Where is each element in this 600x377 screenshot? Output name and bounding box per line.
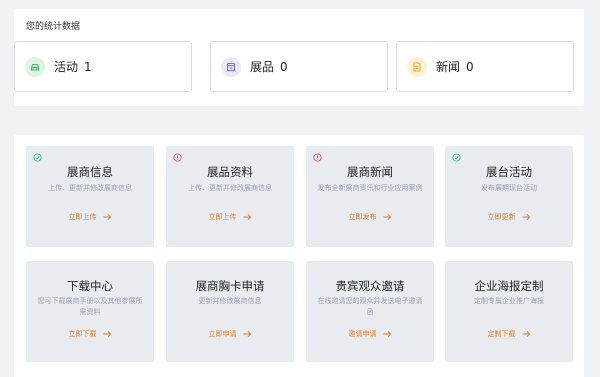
arrow-right-icon <box>521 213 530 221</box>
exhibit-icon <box>221 56 241 77</box>
check-circle-icon <box>33 153 42 162</box>
service-card-badge-application[interactable]: 展商胸卡申请 更新并修改展商信息 立即申请 <box>166 261 294 362</box>
service-title: 下载中心 <box>67 279 113 293</box>
check-circle-icon <box>452 153 461 162</box>
stat-card-exhibits[interactable]: 展品 0 <box>210 41 388 92</box>
action-label: 立即更新 <box>487 213 516 221</box>
service-title: 展品资料 <box>207 165 253 179</box>
arrow-right-icon <box>521 330 530 338</box>
service-title: 贵宾观众邀请 <box>335 279 405 293</box>
action-label: 立即发布 <box>348 213 377 221</box>
upload-now-link[interactable]: 立即上传 <box>26 212 154 222</box>
service-description: 定制专属企业推广海报 <box>474 297 544 305</box>
arrow-right-icon <box>382 213 391 221</box>
alert-circle-icon <box>313 153 322 162</box>
service-title: 企业海报定制 <box>474 279 544 293</box>
stat-value: 0 <box>466 59 474 74</box>
arrow-right-icon <box>242 330 251 338</box>
service-title: 展商信息 <box>67 165 113 179</box>
invite-apply-link[interactable]: 邀请申请 <box>306 329 434 339</box>
stat-value: 0 <box>280 59 288 74</box>
stat-value: 1 <box>84 59 92 74</box>
service-title: 展台活动 <box>486 165 532 179</box>
service-description: 发布展期现台活动 <box>481 184 537 192</box>
service-description: 更新并修改展商信息 <box>198 297 262 305</box>
car-icon <box>25 56 45 77</box>
download-now-link[interactable]: 立即下载 <box>26 329 154 339</box>
service-description: 在线邀请您的观众并发送电子邀请函 <box>317 297 423 316</box>
arrow-right-icon <box>242 213 251 221</box>
stats-panel: 您的统计数据 展品 0 新闻 0 活动 1 <box>14 9 584 106</box>
apply-now-link[interactable]: 立即申请 <box>166 329 294 339</box>
arrow-right-icon <box>102 213 111 221</box>
service-card-vip-invitation[interactable]: 贵宾观众邀请 在线邀请您的观众并发送电子邀请函 邀请申请 <box>306 261 434 362</box>
arrow-right-icon <box>102 330 111 338</box>
action-label: 邀请申请 <box>348 330 377 338</box>
customize-download-link[interactable]: 定制下载 <box>445 329 573 339</box>
service-description: 上传、更新并修改展商信息 <box>188 184 272 192</box>
document-icon <box>407 56 427 77</box>
service-card-download-center[interactable]: 下载中心 您可下载展商手册以及其他参展所需资料 立即下载 <box>26 261 154 362</box>
service-title: 展商新闻 <box>347 165 393 179</box>
service-card-exhibitor-info[interactable]: 展商信息 上传、更新并修改展商信息 立即上传 <box>26 146 154 247</box>
action-label: 立即上传 <box>68 213 97 221</box>
stat-card-activities[interactable]: 活动 1 <box>14 41 192 92</box>
service-card-booth-activities[interactable]: 展台活动 发布展期现台活动 立即更新 <box>445 146 573 247</box>
service-description: 上传、更新并修改展商信息 <box>48 184 132 192</box>
service-card-poster-customization[interactable]: 企业海报定制 定制专属企业推广海报 定制下载 <box>445 261 573 362</box>
alert-circle-icon <box>173 153 182 162</box>
action-label: 立即申请 <box>208 330 237 338</box>
service-description: 发布全新展商资讯和行业应用案例 <box>317 184 423 192</box>
action-label: 定制下载 <box>487 330 516 338</box>
stat-label: 活动 <box>54 60 79 74</box>
stat-label: 展品 <box>250 60 275 74</box>
stats-title: 您的统计数据 <box>26 22 81 32</box>
services-panel: 展商信息 上传、更新并修改展商信息 立即上传 展品资料 上传、更新并修改展商信息… <box>14 135 584 377</box>
service-card-exhibit-materials[interactable]: 展品资料 上传、更新并修改展商信息 立即上传 <box>166 146 294 247</box>
arrow-right-icon <box>382 330 391 338</box>
publish-now-link[interactable]: 立即发布 <box>306 212 434 222</box>
upload-now-link[interactable]: 立即上传 <box>166 212 294 222</box>
stat-card-news[interactable]: 新闻 0 <box>396 41 574 92</box>
action-label: 立即下载 <box>68 330 97 338</box>
service-card-exhibitor-news[interactable]: 展商新闻 发布全新展商资讯和行业应用案例 立即发布 <box>306 146 434 247</box>
action-label: 立即上传 <box>208 213 237 221</box>
stat-label: 新闻 <box>436 60 461 74</box>
update-now-link[interactable]: 立即更新 <box>445 212 573 222</box>
service-title: 展商胸卡申请 <box>195 279 265 293</box>
service-description: 您可下载展商手册以及其他参展所需资料 <box>37 297 143 316</box>
